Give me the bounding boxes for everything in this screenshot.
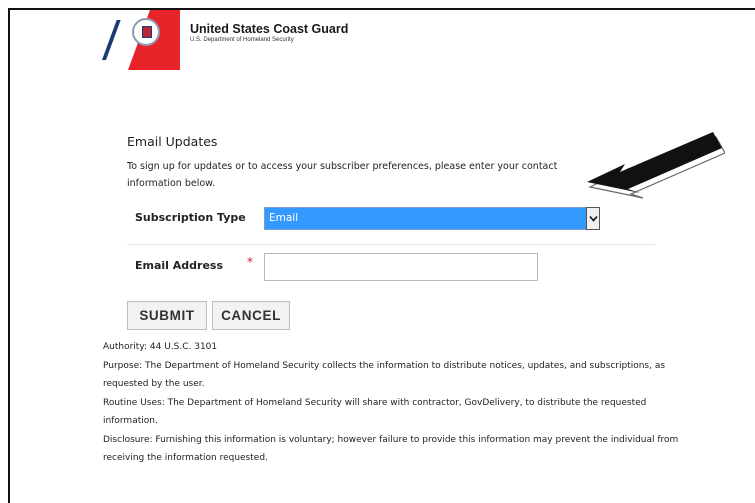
privacy-notice: Authority: 44 U.S.C. 3101 Purpose: The D… (103, 338, 693, 468)
submit-button[interactable]: SUBMIT (127, 301, 207, 330)
email-field[interactable] (264, 253, 538, 281)
org-name: United States Coast Guard (190, 22, 349, 36)
blue-stripe-icon (102, 20, 121, 60)
org-subtitle: U.S. Department of Homeland Security (190, 37, 294, 43)
required-marker: * (247, 255, 253, 269)
subscription-type-label: Subscription Type (135, 211, 246, 224)
page-title: Email Updates (127, 134, 218, 149)
coast-guard-logo (132, 18, 160, 46)
cancel-button[interactable]: CANCEL (212, 301, 290, 330)
routine-uses-text: Routine Uses: The Department of Homeland… (103, 397, 647, 427)
row-divider (127, 244, 655, 245)
intro-text: To sign up for updates or to access your… (127, 161, 558, 189)
pointer-arrow-icon (587, 132, 725, 199)
purpose-text: Purpose: The Department of Homeland Secu… (103, 360, 666, 390)
header-banner: United States Coast Guard U.S. Departmen… (102, 10, 502, 70)
authority-text: Authority: 44 U.S.C. 3101 (103, 342, 218, 352)
email-address-label: Email Address (135, 259, 224, 272)
page-frame: United States Coast Guard U.S. Departmen… (8, 8, 755, 503)
disclosure-text: Disclosure: Furnishing this information … (103, 434, 679, 464)
subscription-type-select[interactable]: Email (264, 207, 600, 230)
subscription-type-value: Email (269, 212, 299, 224)
